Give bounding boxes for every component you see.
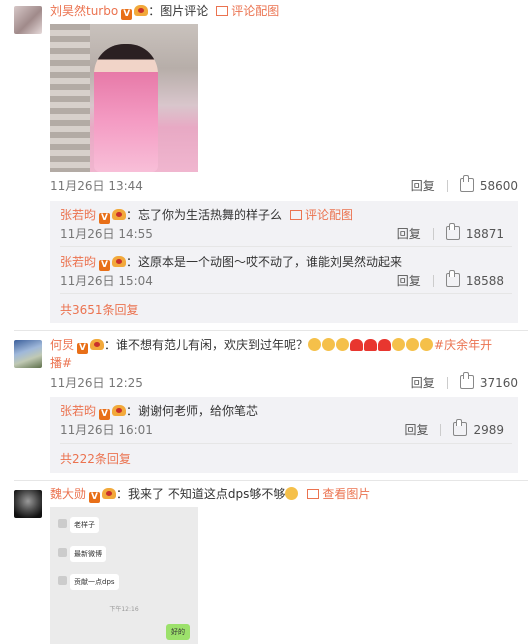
verified-icon: V xyxy=(99,409,111,420)
crown-icon xyxy=(90,339,105,350)
avatar[interactable] xyxy=(14,340,42,368)
chat-screenshot-image[interactable]: 老样子 最新微博 贡献一点dps 下午12:16 好的 xyxy=(50,507,198,644)
hashtag-link-cont[interactable]: 播# xyxy=(50,356,72,370)
like-icon[interactable] xyxy=(459,372,474,389)
actions: 回复 58600 xyxy=(411,175,518,194)
emoji-icon xyxy=(285,487,299,500)
timestamp: 11月26日 16:01 xyxy=(60,423,153,437)
chat-avatar xyxy=(58,576,67,585)
comment-image[interactable] xyxy=(50,24,198,172)
reply-text: 这原本是一个动图～哎不动了，谁能刘昊然动起来 xyxy=(138,255,403,269)
view-image-link[interactable]: 查看图片 xyxy=(299,487,370,501)
comment-header-cont: 播# xyxy=(50,354,518,372)
reply-text: 谢谢何老师，给你笔芯 xyxy=(138,404,259,418)
timestamp: 11月26日 12:25 xyxy=(50,376,143,390)
heart-icon xyxy=(350,339,364,351)
divider xyxy=(60,443,512,444)
user-name[interactable]: 魏大勋 xyxy=(50,487,86,501)
like-count: 18588 xyxy=(465,274,504,288)
chat-bubble: 贡献一点dps xyxy=(70,574,119,590)
comment-header: 何炅 V ：谁不想有范儿有闲，欢庆到过年呢？ #庆余年开 xyxy=(50,338,493,354)
reply-1: 张若昀 V ：谢谢何老师，给你笔芯 xyxy=(60,404,259,420)
chat-bubble: 最新微博 xyxy=(70,546,106,562)
emoji-icon xyxy=(406,338,420,351)
crown-icon xyxy=(112,256,127,267)
user-name[interactable]: 刘昊然turbo xyxy=(50,4,118,18)
reply-2-actions: 回复 18588 xyxy=(397,270,504,289)
reply-box: 张若昀 V ：谢谢何老师，给你笔芯 11月26日 16:01 回复 2989 共222… xyxy=(50,397,518,473)
like-icon[interactable] xyxy=(445,270,460,287)
chat-bubble: 老样子 xyxy=(70,517,99,533)
chat-timestamp: 下午12:16 xyxy=(109,606,139,613)
image-background xyxy=(50,24,90,172)
timestamp: 11月26日 14:55 xyxy=(60,227,153,241)
picture-icon xyxy=(290,210,303,220)
comment-divider xyxy=(14,330,528,331)
reply-user-name[interactable]: 张若昀 xyxy=(60,404,96,418)
timestamp: 11月26日 15:04 xyxy=(60,274,153,288)
reply-1: 张若昀 V ：忘了你为生活热舞的样子么 评论配图 xyxy=(60,208,354,224)
chat-avatar xyxy=(58,519,67,528)
reply-button[interactable]: 回复 xyxy=(397,227,421,241)
picture-icon xyxy=(307,489,320,499)
reply-2: 张若昀 V ：这原本是一个动图～哎不动了，谁能刘昊然动起来 xyxy=(60,255,403,271)
like-count: 37160 xyxy=(479,376,518,390)
verified-icon: V xyxy=(99,213,111,224)
comment-header: 刘昊然turbo V ：图片评论 评论配图 xyxy=(50,4,280,20)
reply-button[interactable]: 回复 xyxy=(397,274,421,288)
emoji-icon xyxy=(308,338,322,351)
divider xyxy=(60,246,512,247)
like-icon[interactable] xyxy=(445,223,460,240)
view-image-link[interactable]: 评论配图 xyxy=(208,4,279,18)
reply-box: 张若昀 V ：忘了你为生活热舞的样子么 评论配图 11月26日 14:55 回复 188… xyxy=(50,201,518,323)
more-replies-link[interactable]: 共3651条回复 xyxy=(60,301,512,319)
comment-text: 图片评论 xyxy=(160,4,209,18)
reply-text: 忘了你为生活热舞的样子么 xyxy=(138,208,283,222)
reply-user-name[interactable]: 张若昀 xyxy=(60,255,96,269)
reply-user-name[interactable]: 张若昀 xyxy=(60,208,96,222)
heart-icon xyxy=(364,339,378,351)
crown-icon xyxy=(112,209,127,220)
comment-divider xyxy=(14,480,528,481)
like-count: 58600 xyxy=(479,179,518,193)
reply-1-actions: 回复 2989 xyxy=(404,419,504,438)
divider xyxy=(60,293,512,294)
more-replies-link[interactable]: 共222条回复 xyxy=(60,450,512,468)
comment-text: 谁不想有范儿有闲，欢庆到过年呢？ xyxy=(116,338,309,352)
reply-button[interactable]: 回复 xyxy=(404,423,428,437)
hashtag-link[interactable]: #庆余年开 xyxy=(434,338,492,352)
like-count: 2989 xyxy=(473,423,504,437)
avatar[interactable] xyxy=(14,490,42,518)
chat-bubble-self: 好的 xyxy=(166,624,190,640)
image-figure xyxy=(94,44,158,172)
view-image-link[interactable]: 评论配图 xyxy=(282,208,353,222)
crown-icon xyxy=(102,488,117,499)
verified-icon: V xyxy=(77,343,89,354)
user-name[interactable]: 何炅 xyxy=(50,338,74,352)
picture-icon xyxy=(216,6,229,16)
reply-button[interactable]: 回复 xyxy=(411,376,435,390)
like-icon[interactable] xyxy=(453,419,468,436)
actions: 回复 37160 xyxy=(411,372,518,391)
emoji-icon xyxy=(322,338,336,351)
crown-icon xyxy=(112,405,127,416)
avatar[interactable] xyxy=(14,6,42,34)
reply-1-actions: 回复 18871 xyxy=(397,223,504,242)
verified-icon: V xyxy=(99,260,111,271)
like-icon[interactable] xyxy=(459,175,474,192)
comment-header: 魏大勋 V ：我来了 不知道这点dps够不够 查看图片 xyxy=(50,487,371,503)
emoji-icon xyxy=(420,338,434,351)
comment-text: 我来了 不知道这点dps够不够 xyxy=(128,487,286,501)
chat-avatar xyxy=(58,548,67,557)
verified-icon: V xyxy=(121,9,133,20)
heart-icon xyxy=(378,339,392,351)
emoji-icon xyxy=(392,338,406,351)
like-count: 18871 xyxy=(465,227,504,241)
crown-icon xyxy=(134,5,149,16)
emoji-icon xyxy=(336,338,350,351)
reply-button[interactable]: 回复 xyxy=(411,179,435,193)
verified-icon: V xyxy=(89,492,101,503)
timestamp: 11月26日 13:44 xyxy=(50,179,143,193)
